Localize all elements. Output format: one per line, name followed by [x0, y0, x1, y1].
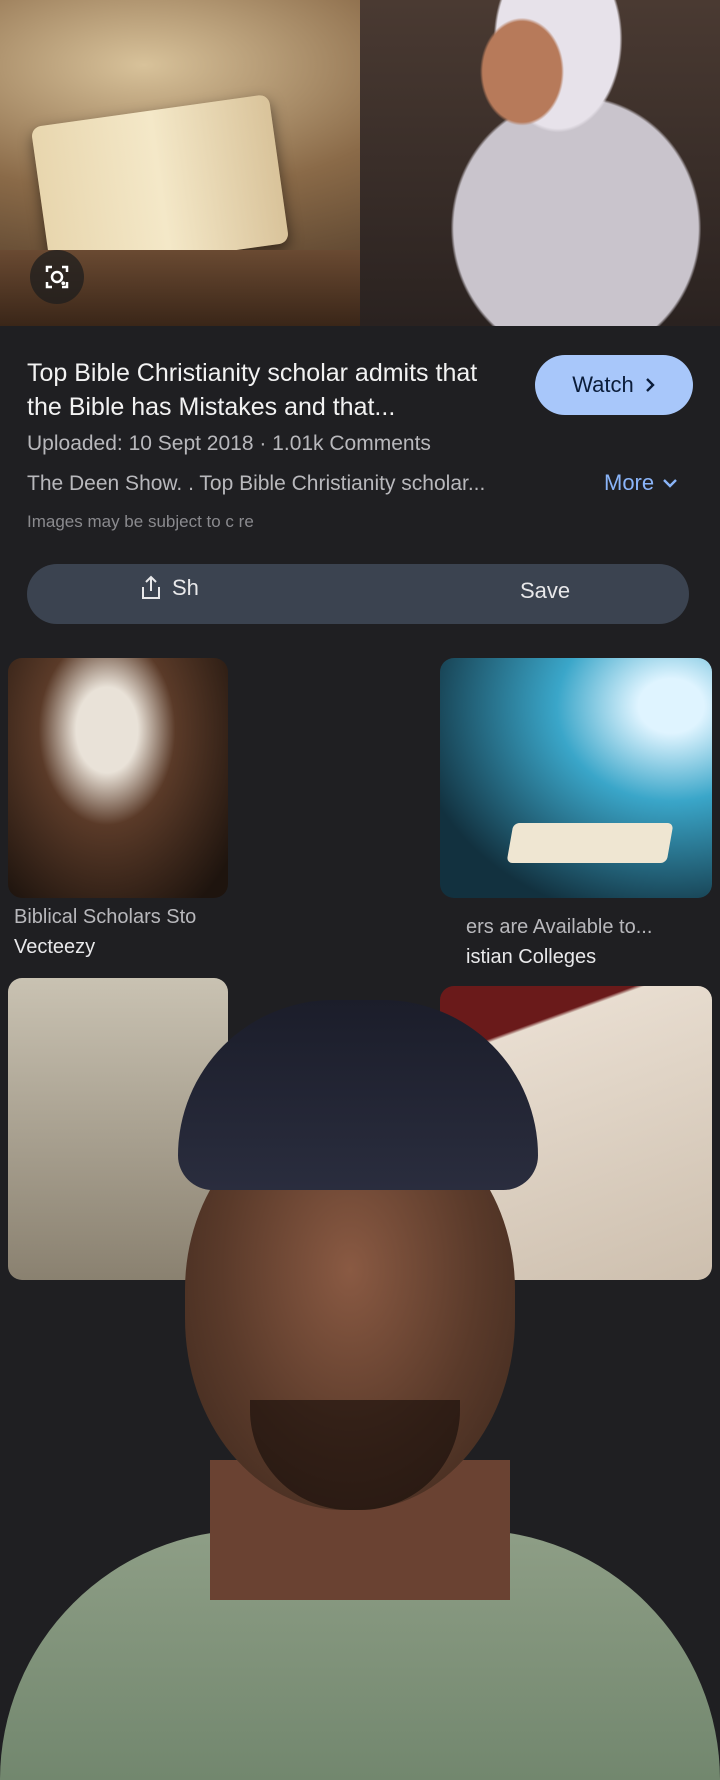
more-label: More	[604, 470, 655, 495]
bible-book	[506, 823, 674, 863]
related-image-4[interactable]	[440, 986, 712, 1280]
action-bar	[27, 564, 689, 624]
copyright-disclaimer: Images may be subject to c re	[27, 512, 254, 531]
share-label: Sh	[172, 575, 199, 600]
watch-label: Watch	[572, 372, 634, 397]
presenter-beard	[250, 1400, 460, 1510]
presenter-neck	[210, 1460, 510, 1600]
save-button[interactable]: Save	[520, 578, 570, 604]
hero-scroll	[30, 94, 290, 276]
related-caption-1[interactable]: Biblical Scholars Sto	[14, 906, 196, 929]
upload-info: Uploaded: 10 Sept 2018 · 1.01k Comments	[27, 432, 431, 455]
related-caption-2[interactable]: ers are Available to...	[466, 916, 652, 939]
hero-image[interactable]	[0, 0, 720, 326]
share-icon	[142, 575, 160, 599]
chevron-down-icon	[663, 479, 677, 488]
presenter-shirt	[0, 1530, 720, 1780]
chevron-right-icon	[645, 378, 655, 392]
related-source-1: Vecteezy	[14, 936, 96, 958]
related-image-2[interactable]	[440, 658, 712, 898]
related-source-2: istian Colleges	[466, 946, 597, 968]
google-lens-icon[interactable]	[30, 250, 84, 304]
related-image-1[interactable]	[8, 658, 228, 898]
more-button[interactable]: More	[604, 470, 678, 496]
source-line: The Deen Show. . Top Bible Christianity …	[27, 472, 486, 495]
result-title[interactable]: Top Bible Christianity scholar admits th…	[27, 356, 517, 424]
hero-scholar	[360, 0, 720, 326]
related-image-3[interactable]	[8, 978, 228, 1280]
share-button[interactable]: Sh	[140, 575, 199, 601]
watch-button[interactable]: Watch	[535, 355, 693, 415]
